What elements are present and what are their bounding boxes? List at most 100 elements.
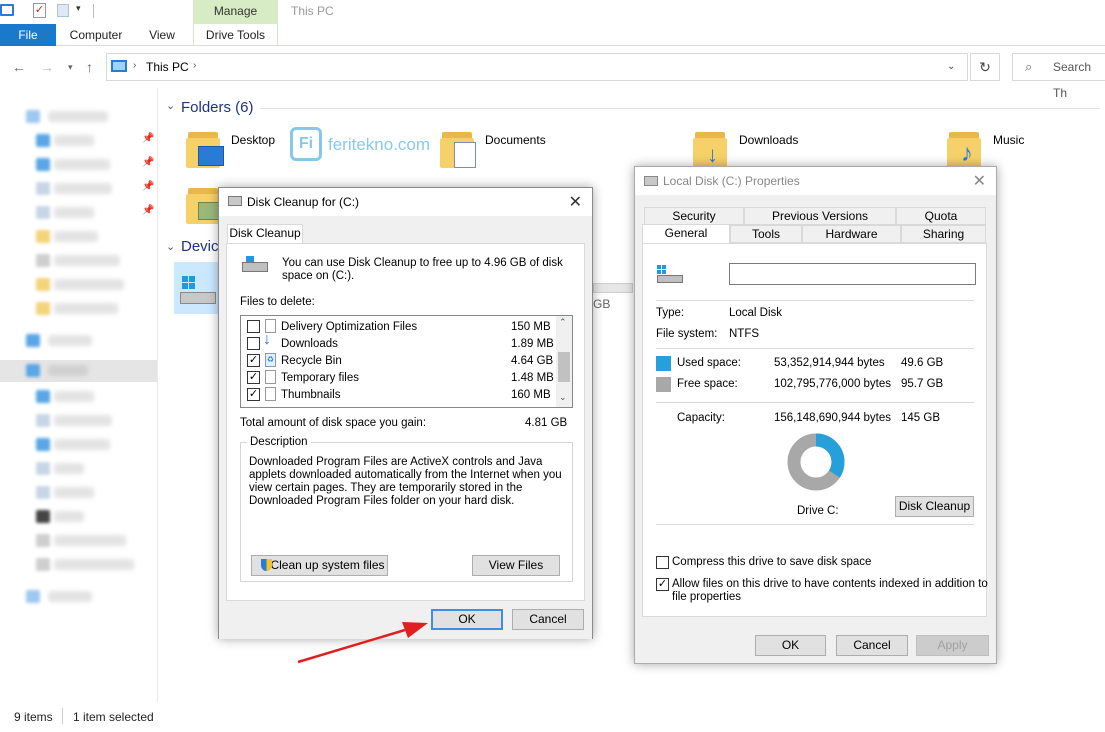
nav-item[interactable] xyxy=(18,458,138,480)
divider xyxy=(656,300,974,301)
folder-label-documents[interactable]: Documents xyxy=(485,133,546,147)
back-arrow-icon[interactable]: ← xyxy=(12,59,26,75)
list-item[interactable]: ↓ Downloads 1.89 MB xyxy=(241,331,556,352)
new-folder-icon[interactable] xyxy=(57,4,69,17)
filesystem-label: File system: xyxy=(656,328,718,340)
close-icon[interactable]: ✕ xyxy=(569,192,582,212)
file-checkbox[interactable]: ✓ xyxy=(247,371,260,384)
index-checkbox[interactable]: ✓ xyxy=(656,578,669,591)
folders-chevron-icon[interactable]: ⌄ xyxy=(166,99,175,112)
files-to-delete-label: Files to delete: xyxy=(240,296,315,308)
nav-item[interactable] xyxy=(18,250,138,272)
view-files-button[interactable]: View Files xyxy=(472,555,560,576)
list-item[interactable]: ✓ Thumbnails 160 MB xyxy=(241,386,556,403)
documents-folder-icon[interactable] xyxy=(440,128,476,168)
nav-item[interactable]: 📌 xyxy=(18,130,154,152)
nav-item[interactable] xyxy=(18,106,138,128)
tab-security[interactable]: Security xyxy=(644,207,744,225)
address-dropdown-icon[interactable]: ⌄ xyxy=(947,61,955,72)
nav-item[interactable] xyxy=(18,506,138,528)
folder-label-downloads[interactable]: Downloads xyxy=(739,133,798,147)
drive-name-input[interactable] xyxy=(729,263,976,285)
recent-dropdown-icon[interactable]: ▾ xyxy=(68,62,73,73)
pictures-folder-icon[interactable] xyxy=(186,184,222,224)
tab-quota[interactable]: Quota xyxy=(896,207,986,225)
index-label-line1[interactable]: Allow files on this drive to have conten… xyxy=(672,578,988,590)
nav-item[interactable]: 📌 xyxy=(18,178,154,200)
nav-item[interactable]: 📌 xyxy=(18,202,154,224)
file-checkbox[interactable]: ✓ xyxy=(247,388,260,401)
list-item[interactable]: ✓ ♻ Recycle Bin 4.64 GB xyxy=(241,352,556,369)
tab-general[interactable]: General xyxy=(642,224,730,244)
folder-label-desktop[interactable]: Desktop xyxy=(231,133,275,147)
file-checkbox[interactable]: ✓ xyxy=(247,354,260,367)
nav-item[interactable] xyxy=(18,330,138,352)
close-icon[interactable]: ✕ xyxy=(973,171,986,191)
list-item[interactable]: ✓ Temporary files 1.48 MB xyxy=(241,369,556,386)
tab-drive-tools[interactable]: Drive Tools xyxy=(193,24,278,46)
breadcrumb-chevron-icon: › xyxy=(133,60,137,71)
forward-arrow-icon[interactable]: → xyxy=(40,59,54,75)
nav-item[interactable] xyxy=(18,226,138,248)
nav-item[interactable] xyxy=(18,410,138,432)
search-input[interactable]: ⌕ Search Th xyxy=(1012,53,1105,100)
files-list[interactable]: Delivery Optimization Files 150 MB ↓ Dow… xyxy=(240,315,573,408)
file-name: Delivery Optimization Files xyxy=(281,321,418,333)
clean-up-system-files-button[interactable]: Clean up system files xyxy=(251,555,388,576)
desktop-folder-icon[interactable] xyxy=(186,128,224,168)
tab-computer[interactable]: Computer xyxy=(62,24,130,46)
up-arrow-icon[interactable]: ↑ xyxy=(86,59,93,75)
compress-checkbox[interactable] xyxy=(656,556,669,569)
file-checkbox[interactable] xyxy=(247,320,260,333)
scroll-thumb[interactable] xyxy=(558,352,570,382)
devices-section-title[interactable]: Devic xyxy=(181,238,219,255)
tab-hardware[interactable]: Hardware xyxy=(802,225,901,243)
compress-label[interactable]: Compress this drive to save disk space xyxy=(672,556,871,568)
cancel-button[interactable]: Cancel xyxy=(512,609,584,630)
properties-check-icon[interactable]: ✓ xyxy=(33,3,46,18)
properties-dialog: Local Disk (C:) Properties ✕ Security Pr… xyxy=(634,166,997,664)
nav-item[interactable]: 📌 xyxy=(18,154,154,176)
properties-titlebar[interactable]: Local Disk (C:) Properties ✕ xyxy=(635,167,996,195)
folder-label-music[interactable]: Music xyxy=(993,133,1024,147)
ok-button[interactable]: OK xyxy=(431,609,503,630)
tab-tools[interactable]: Tools xyxy=(730,225,802,243)
index-label-line2[interactable]: file properties xyxy=(672,591,741,603)
file-checkbox[interactable] xyxy=(247,337,260,350)
music-folder-icon[interactable]: ♪ xyxy=(947,128,983,168)
shield-icon xyxy=(261,559,272,571)
nav-item[interactable] xyxy=(18,434,138,456)
computer-icon[interactable] xyxy=(0,4,14,16)
downloads-folder-icon[interactable]: ↓ xyxy=(693,128,729,168)
scroll-up-icon[interactable]: ⌃ xyxy=(559,317,567,328)
breadcrumb-chevron-icon[interactable]: › xyxy=(193,60,196,71)
nav-item[interactable] xyxy=(18,386,138,408)
folders-section-title[interactable]: Folders (6) xyxy=(181,99,254,116)
tab-sharing[interactable]: Sharing xyxy=(901,225,986,243)
apply-button[interactable]: Apply xyxy=(916,635,989,656)
disk-cleanup-titlebar[interactable]: Disk Cleanup for (C:) ✕ xyxy=(219,188,592,216)
tab-file[interactable]: File xyxy=(0,24,56,46)
address-bar[interactable]: › This PC › ⌄ xyxy=(106,53,968,81)
list-item[interactable]: Delivery Optimization Files 150 MB xyxy=(241,318,556,335)
breadcrumb-this-pc[interactable]: This PC xyxy=(146,60,189,74)
nav-item[interactable] xyxy=(18,298,138,320)
ok-button[interactable]: OK xyxy=(755,635,826,656)
tab-view[interactable]: View xyxy=(140,24,184,46)
nav-item[interactable] xyxy=(18,586,138,608)
tab-disk-cleanup[interactable]: Disk Cleanup xyxy=(227,224,303,244)
nav-item[interactable] xyxy=(18,554,138,576)
devices-chevron-icon[interactable]: ⌄ xyxy=(166,240,175,253)
nav-item[interactable] xyxy=(18,482,138,504)
cancel-button[interactable]: Cancel xyxy=(836,635,908,656)
scroll-down-icon[interactable]: ⌄ xyxy=(559,392,567,403)
nav-item-selected[interactable] xyxy=(0,360,157,382)
navigation-pane[interactable]: 📌 📌 📌 📌 xyxy=(0,88,158,702)
list-scrollbar[interactable]: ⌃ ⌄ xyxy=(556,316,572,407)
nav-item[interactable] xyxy=(18,530,138,552)
disk-cleanup-button[interactable]: Disk Cleanup xyxy=(895,496,974,517)
nav-item[interactable] xyxy=(18,274,138,296)
tab-previous-versions[interactable]: Previous Versions xyxy=(744,207,896,225)
customize-dropdown-icon[interactable]: ▾ xyxy=(76,3,81,14)
refresh-button[interactable]: ↻ xyxy=(970,53,1000,81)
